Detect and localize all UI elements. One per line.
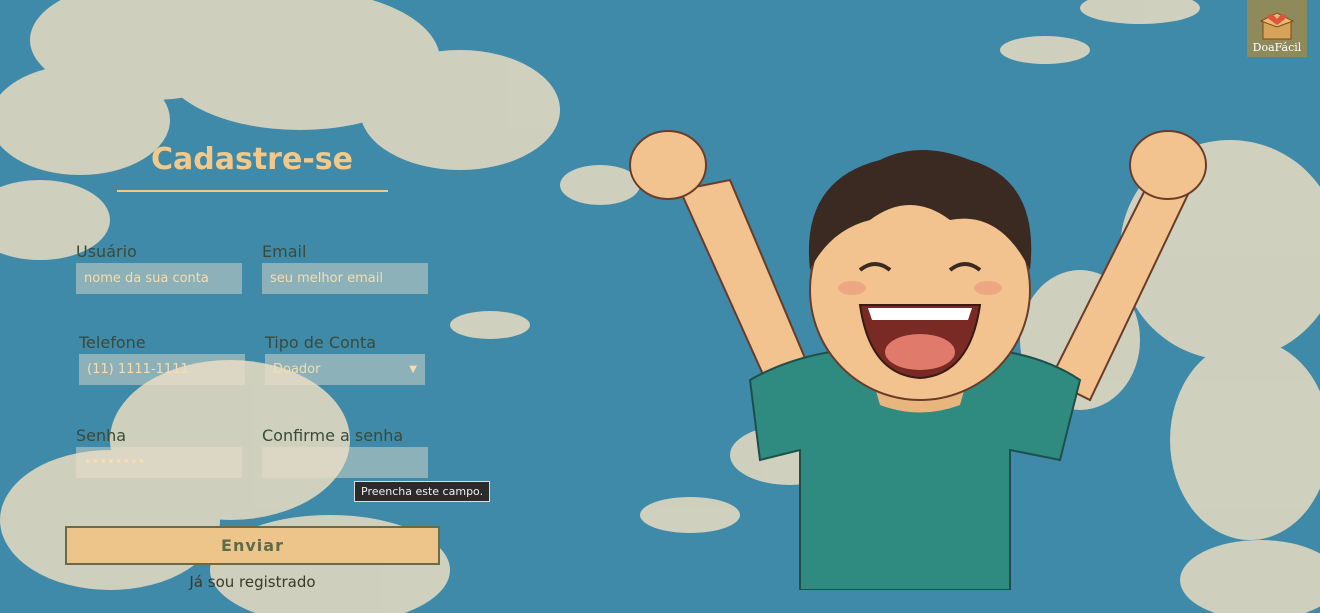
phone-value: (11) 1111-1111 [87,362,189,377]
logo-text: DoaFácil [1252,41,1302,54]
chevron-down-icon: ▼ [409,364,417,375]
password-value: •••••••• [84,455,146,470]
gift-box-heart-icon [1259,12,1295,40]
form-title: Cadastre-se [151,142,353,177]
confirm-password-input[interactable] [262,447,428,478]
account-type-label: Tipo de Conta [265,333,377,352]
username-label: Usuário [76,242,137,261]
email-label: Email [262,242,307,261]
submit-button[interactable]: Enviar [65,526,440,565]
happy-boy-illustration [629,130,1207,590]
password-input[interactable]: •••••••• [76,447,242,478]
account-type-value: Doador [273,362,321,377]
already-registered-link[interactable]: Já sou registrado [160,573,345,591]
username-placeholder: nome da sua conta [84,271,209,286]
validation-tooltip: Preencha este campo. [354,481,491,502]
password-label: Senha [76,426,127,445]
title-underline [117,190,388,192]
account-type-select[interactable]: Doador ▼ [265,354,425,385]
username-input[interactable]: nome da sua conta [76,263,242,294]
phone-label: Telefone [79,333,146,352]
doafacil-logo[interactable]: DoaFácil [1247,0,1307,57]
email-input[interactable]: seu melhor email [262,263,428,294]
confirm-password-label: Confirme a senha [262,426,404,445]
email-placeholder: seu melhor email [270,271,383,286]
phone-input[interactable]: (11) 1111-1111 [79,354,245,385]
